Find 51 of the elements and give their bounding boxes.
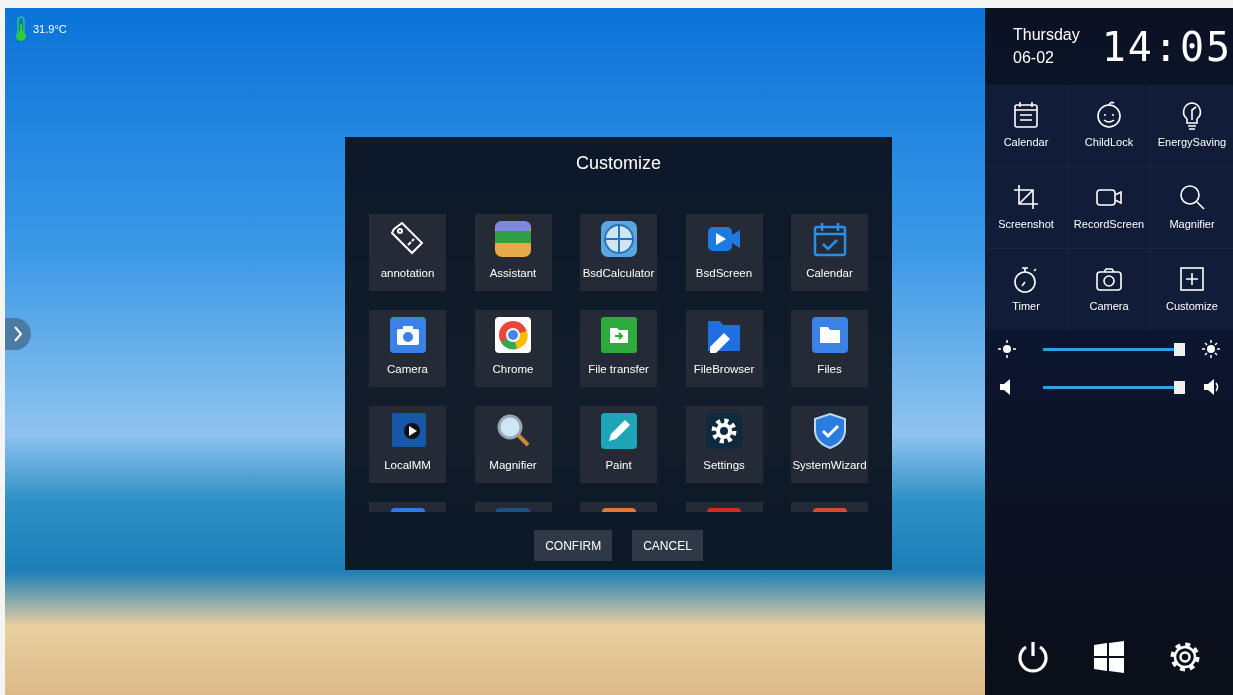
app-tile[interactable]: Files (791, 310, 868, 387)
date-text: 06-02 (1013, 47, 1055, 68)
slider-thumb[interactable] (1174, 380, 1185, 394)
app-tile[interactable]: File transfer (580, 310, 657, 387)
app-tile[interactable]: LocalMM (369, 406, 446, 483)
app-tile[interactable]: Calendar (791, 214, 868, 291)
folder-icon (598, 315, 639, 355)
quick-tile[interactable]: Customize (1151, 249, 1233, 330)
camera-icon (387, 315, 428, 355)
quick-tile[interactable]: RecordScreen (1068, 167, 1150, 248)
app-tile[interactable]: Settings (685, 406, 763, 483)
quick-tile[interactable]: Camera (1068, 249, 1150, 330)
power-icon[interactable] (1015, 639, 1051, 675)
quick-tile[interactable]: ChildLock (1068, 85, 1150, 166)
gear-icon (704, 411, 744, 451)
sun-small-icon (997, 339, 1017, 359)
folder-icon (809, 315, 850, 355)
quick-tile[interactable]: Calendar (985, 85, 1067, 166)
app-tile[interactable]: FileBrowser (685, 310, 763, 387)
pencil-icon (598, 411, 639, 451)
app-tile[interactable]: BsdScreen (685, 214, 763, 291)
slider-thumb[interactable] (1174, 342, 1185, 356)
app-tile[interactable]: SystemWizard (791, 406, 868, 483)
quick-tile[interactable]: Timer (985, 249, 1067, 330)
dialog-title: Customize (576, 152, 661, 175)
app-tile[interactable]: Paint (580, 406, 657, 483)
chevron-right-icon (13, 325, 23, 343)
speaker-loud-icon (1201, 377, 1221, 397)
day-text: Thursday (1013, 25, 1080, 46)
clock-text: 14:05 (1101, 22, 1233, 72)
app-tile[interactable]: BsdCalculator (580, 214, 657, 291)
browser-icon (493, 315, 533, 355)
thermometer-icon (15, 16, 27, 42)
app-tile[interactable]: Assistant (474, 214, 552, 291)
quick-tile[interactable]: Screenshot (985, 167, 1067, 248)
confirm-button[interactable]: CONFIRM (534, 530, 613, 561)
calendar-icon (1011, 100, 1041, 131)
windows-icon[interactable] (1091, 639, 1127, 675)
quick-tile[interactable]: EnergySaving (1151, 85, 1233, 166)
temperature-text: 31.9°C (33, 21, 67, 37)
sun-icon (1201, 339, 1221, 359)
app-tile[interactable]: Camera (369, 310, 446, 387)
app-tile[interactable]: Magnifier (474, 406, 552, 483)
expand-button[interactable] (5, 318, 31, 350)
app-tile[interactable]: Chrome (474, 310, 552, 387)
cancel-button[interactable]: CANCEL (632, 530, 703, 561)
calculator-icon (598, 219, 639, 259)
quick-tile[interactable]: Magnifier (1151, 167, 1233, 248)
app-tile[interactable]: annotation (369, 214, 446, 291)
smiley-icon (1094, 100, 1124, 131)
app-icon (493, 219, 533, 259)
